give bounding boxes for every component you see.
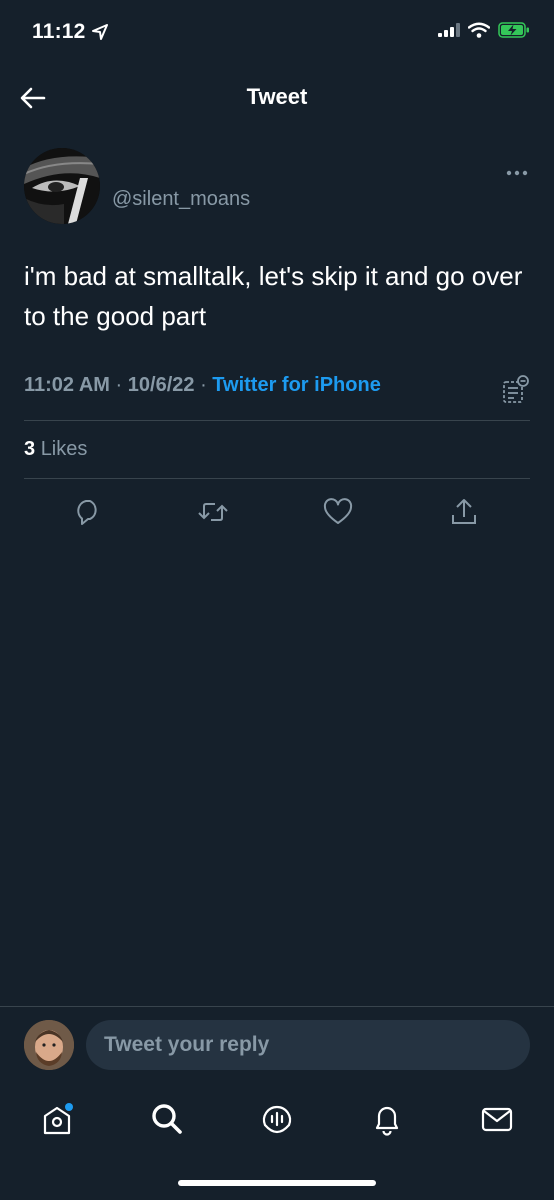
tweet-meta: 11:02 AM · 10/6/22 · Twitter for iPhone (24, 374, 381, 397)
divider (24, 478, 530, 479)
author-avatar[interactable] (24, 148, 100, 224)
reply-input[interactable]: Tweet your reply (86, 1020, 530, 1070)
reply-bar-divider (0, 1006, 554, 1007)
tab-messages[interactable] (474, 1096, 520, 1142)
page-title: Tweet (246, 84, 308, 109)
tab-notifications[interactable] (364, 1096, 410, 1142)
my-avatar[interactable] (24, 1020, 74, 1070)
meta-separator: · (115, 374, 123, 396)
tweet-actions (0, 492, 554, 532)
spaces-icon (262, 1105, 292, 1134)
meta-separator-2: · (200, 374, 207, 396)
tab-bar (0, 1096, 554, 1142)
likes-label: Likes (40, 438, 88, 460)
battery-charging-icon (498, 22, 530, 38)
tab-spaces[interactable] (254, 1096, 300, 1142)
status-time: 11:12 (32, 20, 86, 43)
author-handle[interactable]: @silent_moans (112, 188, 250, 211)
tweet-source-link[interactable]: Twitter for iPhone (212, 374, 381, 396)
retweet-icon[interactable] (193, 492, 233, 532)
likes-link[interactable]: 3 Likes (24, 438, 87, 461)
like-icon[interactable] (318, 492, 358, 532)
analytics-icon[interactable] (502, 374, 530, 404)
location-arrow-icon (92, 24, 108, 40)
status-icons (438, 22, 530, 38)
likes-count: 3 (24, 438, 36, 460)
divider (24, 420, 530, 421)
tab-search[interactable] (144, 1096, 190, 1142)
wifi-icon (468, 22, 490, 38)
tweet-date: 10/6/22 (127, 374, 195, 396)
notifications-icon (375, 1106, 399, 1136)
share-icon[interactable] (444, 492, 484, 532)
home-indicator (178, 1180, 376, 1186)
tab-home[interactable] (34, 1096, 80, 1142)
tweet-time: 11:02 AM (24, 374, 110, 396)
home-icon (43, 1103, 73, 1135)
reply-icon[interactable] (68, 492, 108, 532)
tweet-text: i'm bad at smalltalk, let's skip it and … (24, 261, 523, 331)
cellular-signal-icon (438, 23, 460, 37)
search-icon (152, 1104, 182, 1134)
messages-icon (481, 1107, 513, 1132)
more-dots-icon[interactable] (506, 170, 528, 176)
